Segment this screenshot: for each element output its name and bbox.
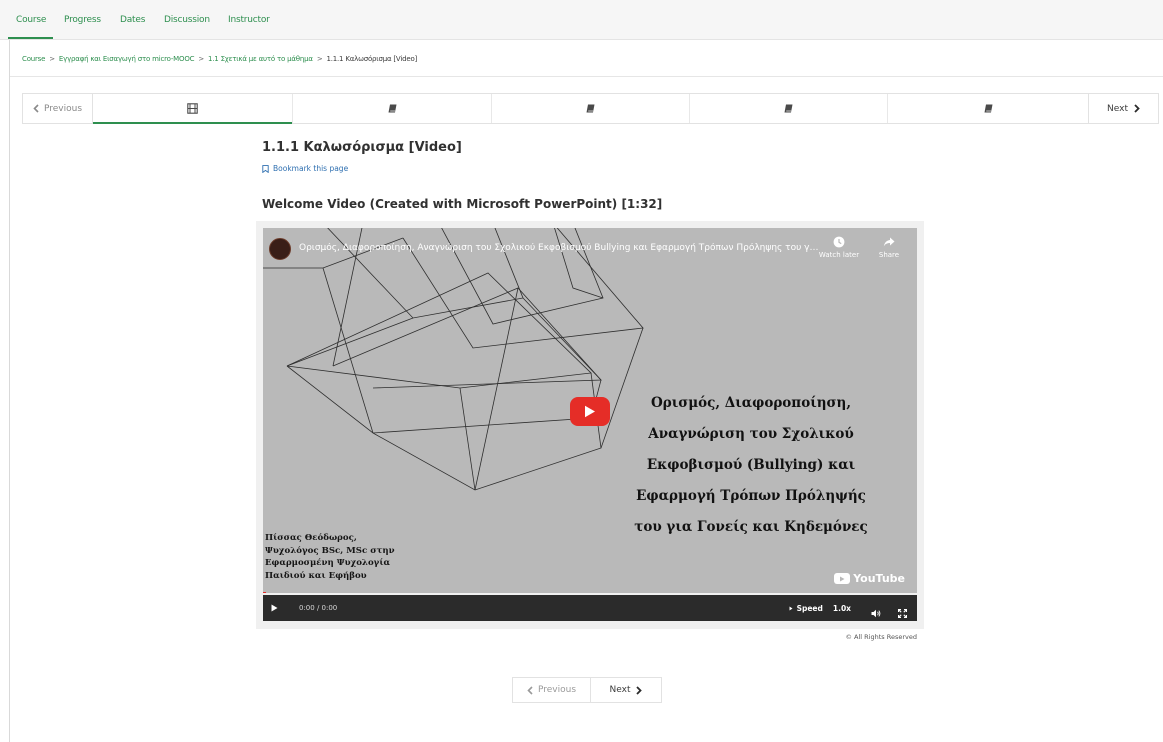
play-icon <box>585 405 595 418</box>
sequence-previous-button[interactable]: Previous <box>23 94 93 123</box>
play-icon <box>271 604 278 612</box>
video-title[interactable]: Ορισμός, Διαφοροποίηση, Αναγνώριση του Σ… <box>299 243 819 253</box>
fullscreen-icon <box>897 608 908 619</box>
book-icon <box>586 104 595 113</box>
active-tab-indicator <box>8 37 53 39</box>
chevron-left-icon <box>33 104 39 113</box>
watch-later-button[interactable]: Watch later <box>817 236 861 259</box>
slide-title-text: Ορισμός, Διαφοροποίηση, Αναγνώριση του Σ… <box>601 388 901 543</box>
watch-later-label: Watch later <box>818 251 860 259</box>
bottom-previous-label: Previous <box>537 685 577 695</box>
video-player[interactable]: Ορισμός, Διαφοροποίηση, Αναγνώριση του Σ… <box>263 228 917 593</box>
author-line: Ψυχολόγος BSc, MSc στην <box>265 545 395 556</box>
rights-notice: © All Rights Reserved <box>845 633 917 641</box>
breadcrumb-subsection[interactable]: 1.1 Σχετικά με αυτό το μάθημα <box>208 55 313 63</box>
tab-discussion[interactable]: Discussion <box>164 15 210 25</box>
youtube-logo[interactable]: YouTube <box>834 572 905 585</box>
bottom-next-label: Next <box>609 685 631 695</box>
chevron-right-icon <box>636 685 643 695</box>
slide-line: Εφαρμογή Τρόπων Πρόληψής <box>636 488 866 504</box>
speed-label: Speed <box>796 603 823 613</box>
video-progress-played <box>263 592 266 593</box>
breadcrumb-separator: > <box>49 55 55 63</box>
breadcrumb-divider <box>10 76 1163 77</box>
author-line: Εφαρμοσμένη Ψυχολογία <box>265 558 391 568</box>
chevron-right-icon <box>1134 104 1140 113</box>
volume-icon <box>871 609 881 618</box>
video-heading: Welcome Video (Created with Microsoft Po… <box>262 197 663 211</box>
clock-icon <box>833 236 845 248</box>
fullscreen-button[interactable] <box>897 603 908 622</box>
channel-avatar[interactable] <box>269 238 291 260</box>
video-time: 0:00 / 0:00 <box>299 604 338 612</box>
sequence-unit-5[interactable] <box>888 94 1088 123</box>
bottom-previous-button[interactable]: Previous <box>513 678 591 702</box>
bookmark-label: Bookmark this page <box>273 164 349 173</box>
tab-dates[interactable]: Dates <box>120 15 145 25</box>
sequence-next-button[interactable]: Next <box>1088 94 1158 123</box>
share-icon <box>883 237 895 247</box>
bookmark-button[interactable]: Bookmark this page <box>262 164 348 173</box>
speed-button[interactable]: Speed 1.0x <box>789 604 851 613</box>
tab-course[interactable]: Course <box>16 15 46 25</box>
book-icon <box>784 104 793 113</box>
bottom-nav: Previous Next <box>512 677 662 703</box>
share-button[interactable]: Share <box>867 236 911 259</box>
breadcrumb: Course > Εγγραφή και Εισαγωγή στο micro-MO… <box>22 55 417 63</box>
unit-title: 1.1.1 Καλωσόρισμα [Video] <box>262 140 462 155</box>
slide-line: Ορισμός, Διαφοροποίηση, <box>650 395 852 411</box>
bookmark-icon <box>262 164 269 173</box>
bottom-next-button[interactable]: Next <box>591 678 661 702</box>
breadcrumb-course[interactable]: Course <box>22 55 45 63</box>
video-icon <box>187 103 198 114</box>
breadcrumb-current: 1.1.1 Καλωσόρισμα [Video] <box>326 55 418 63</box>
sequence-unit-2[interactable] <box>293 94 492 123</box>
breadcrumb-separator: > <box>198 55 205 63</box>
breadcrumb-separator: > <box>316 55 323 63</box>
share-label: Share <box>878 251 900 259</box>
controls-play-button[interactable] <box>271 604 281 612</box>
slide-author-text: Πίσσας Θεόδωρος, Ψυχολόγος BSc, MSc στην… <box>265 532 395 582</box>
slide-line: Εκφοβισμού (Bullying) και <box>646 457 856 473</box>
youtube-logo-text: YouTube <box>853 572 905 585</box>
youtube-logo-icon <box>834 573 851 584</box>
book-icon <box>388 104 396 113</box>
author-line: Παιδιού και Εφήβου <box>265 570 367 581</box>
sequence-previous-label: Previous <box>43 103 83 114</box>
youtube-play-button[interactable] <box>570 397 610 426</box>
course-tabs: Course Progress Dates Discussion Instruc… <box>0 0 1163 40</box>
slide-line: Αναγνώριση του Σχολικού <box>648 426 854 442</box>
tab-progress[interactable]: Progress <box>64 15 101 25</box>
caret-right-icon <box>789 606 793 610</box>
author-line: Πίσσας Θεόδωρος, <box>265 533 357 543</box>
page-left-border <box>9 39 10 742</box>
breadcrumb-section[interactable]: Εγγραφή και Εισαγωγή στο micro-MOOC <box>59 55 195 63</box>
sequence-unit-3[interactable] <box>492 94 690 123</box>
sequence-next-label: Next <box>1107 103 1128 114</box>
book-icon <box>984 104 992 113</box>
chevron-left-icon <box>527 685 533 695</box>
tab-instructor[interactable]: Instructor <box>228 15 270 25</box>
sequence-unit-4[interactable] <box>690 94 888 123</box>
speed-value: 1.0x <box>832 603 851 613</box>
video-controls: 0:00 / 0:00 Speed 1.0x <box>263 595 917 621</box>
slide-line: του για Γονείς και Κηδεμόνες <box>634 519 868 535</box>
sequence-nav: Previous Next <box>22 93 1159 124</box>
volume-button[interactable] <box>871 603 881 622</box>
sequence-unit-video[interactable] <box>93 94 293 124</box>
